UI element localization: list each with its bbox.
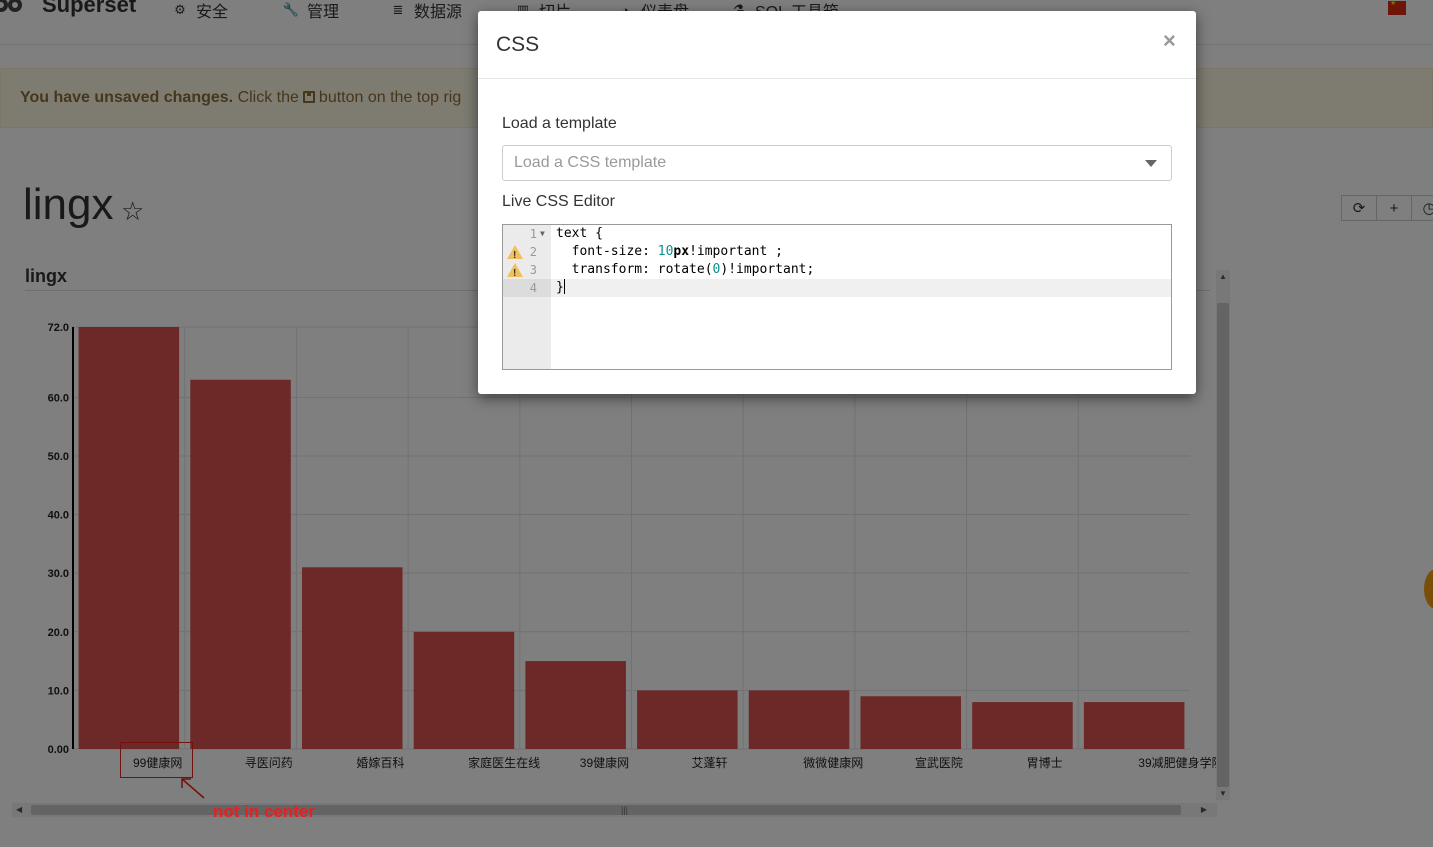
annotation-text: not in center: [213, 802, 316, 821]
code-text: }: [556, 279, 565, 297]
code-line[interactable]: 2 font-size: 10px!important ;: [503, 243, 1171, 265]
warning-icon: [507, 245, 523, 265]
code-unit: px: [673, 244, 690, 259]
template-label: Load a template: [502, 115, 617, 132]
css-code-editor[interactable]: 1 ▼ text { 2 font-size: 10px!important ;…: [502, 224, 1172, 370]
editor-label: Live CSS Editor: [502, 193, 615, 210]
template-placeholder: Load a CSS template: [514, 154, 667, 171]
modal-title: CSS: [496, 33, 540, 56]
line-number: 2: [529, 245, 537, 259]
code-line[interactable]: 1 ▼ text {: [503, 225, 1171, 243]
code-number: 0: [712, 262, 721, 277]
css-modal: CSS × Load a template Load a CSS templat…: [478, 11, 1196, 394]
code-line[interactable]: 3 transform: rotate(0)!important;: [503, 261, 1171, 283]
chevron-down-icon[interactable]: [1145, 160, 1157, 167]
code-text-content: }: [556, 280, 564, 295]
line-number: 4: [529, 281, 537, 295]
close-icon[interactable]: ×: [1163, 28, 1176, 54]
code-line[interactable]: 4 }: [503, 279, 1171, 297]
modal-header: CSS ×: [478, 11, 1196, 79]
code-number: 10: [657, 244, 674, 259]
code-text: text {: [556, 226, 603, 241]
warning-icon: [507, 263, 523, 283]
code-text: transform: rotate(0)!important;: [556, 262, 815, 277]
line-number: 1: [529, 227, 537, 241]
css-template-select[interactable]: Load a CSS template: [502, 145, 1172, 181]
code-text: font-size: 10px!important ;: [556, 244, 783, 259]
text-cursor: [563, 279, 565, 294]
fold-arrow-icon[interactable]: ▼: [540, 225, 545, 243]
line-number: 3: [529, 263, 537, 277]
